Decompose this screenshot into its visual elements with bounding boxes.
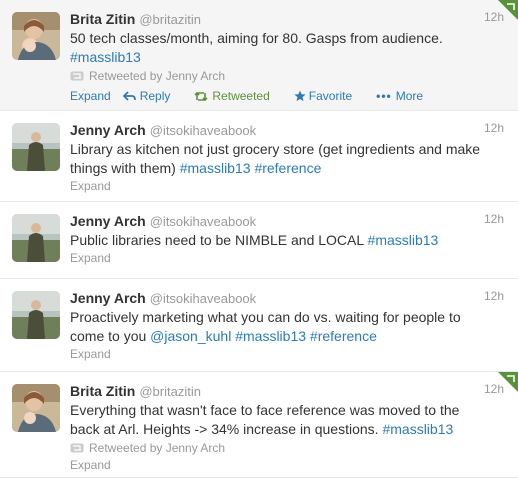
more-button[interactable]: ••• More — [376, 85, 435, 107]
hashtag-link[interactable]: #masslib13 — [180, 160, 251, 176]
hashtag-link[interactable]: #reference — [254, 160, 321, 176]
favorite-button[interactable]: Favorite — [294, 85, 364, 107]
tweet-timestamp[interactable]: 12h — [484, 212, 504, 226]
hashtag-link[interactable]: #masslib13 — [235, 328, 306, 344]
star-icon — [294, 90, 306, 102]
tweet-item[interactable]: Brita Zitin @britazitin 12h 50 tech class… — [0, 0, 518, 111]
hashtag-link[interactable]: #masslib13 — [382, 421, 453, 437]
tweet-timestamp[interactable]: 12h — [484, 289, 504, 303]
author-name[interactable]: Jenny Arch — [70, 290, 146, 306]
retweet-small-icon — [70, 443, 84, 453]
tweet-item[interactable]: Jenny Arch @itsokihaveabook 12h Public li… — [0, 202, 518, 279]
tweet-timeline: Brita Zitin @britazitin 12h 50 tech class… — [0, 0, 518, 478]
avatar[interactable] — [12, 214, 60, 262]
expand-link[interactable]: Expand — [70, 346, 508, 363]
mention-link[interactable]: @jason_kuhl — [150, 328, 231, 344]
author-name[interactable]: Brita Zitin — [70, 11, 135, 27]
retweeted-by[interactable]: Retweeted by Jenny Arch — [70, 67, 508, 85]
hashtag-link[interactable]: #masslib13 — [70, 49, 141, 65]
author-handle[interactable]: @itsokihaveabook — [150, 214, 256, 229]
author-handle[interactable]: @britazitin — [139, 12, 201, 27]
avatar[interactable] — [12, 12, 60, 60]
retweet-small-icon — [70, 71, 84, 81]
tweet-item[interactable]: Brita Zitin @britazitin 12h Everything th… — [0, 372, 518, 478]
retweet-icon — [194, 91, 208, 101]
reply-arrow-icon — [122, 90, 136, 101]
author-handle[interactable]: @itsokihaveabook — [150, 123, 256, 138]
tweet-text: Everything that wasn't face to face refe… — [70, 402, 460, 437]
author-handle[interactable]: @itsokihaveabook — [150, 291, 256, 306]
author-name[interactable]: Brita Zitin — [70, 383, 135, 399]
author-handle[interactable]: @britazitin — [139, 384, 201, 399]
tweet-text: Library as kitchen not just grocery stor… — [70, 141, 481, 176]
tweet-timestamp[interactable]: 12h — [484, 121, 504, 135]
expand-link[interactable]: Expand — [70, 457, 508, 474]
expand-link[interactable]: Expand — [70, 85, 111, 107]
author-name[interactable]: Jenny Arch — [70, 122, 146, 138]
tweet-text: Proactively marketing what you can do vs… — [70, 309, 461, 344]
avatar[interactable] — [12, 291, 60, 339]
avatar[interactable] — [12, 123, 60, 171]
retweeted-by[interactable]: Retweeted by Jenny Arch — [70, 439, 508, 457]
tweet-actions: Expand Reply Retweeted Favorite ••• More — [70, 85, 508, 107]
ellipsis-icon: ••• — [376, 89, 392, 103]
hashtag-link[interactable]: #masslib13 — [368, 232, 439, 248]
expand-link[interactable]: Expand — [70, 250, 508, 267]
tweet-text: Public libraries need to be NIMBLE and L… — [70, 232, 439, 248]
retweeted-button[interactable]: Retweeted — [194, 85, 281, 107]
expand-link[interactable]: Expand — [70, 178, 508, 195]
tweet-item[interactable]: Jenny Arch @itsokihaveabook 12h Proactive… — [0, 279, 518, 372]
tweet-timestamp[interactable]: 12h — [484, 10, 504, 24]
tweet-item[interactable]: Jenny Arch @itsokihaveabook 12h Library a… — [0, 111, 518, 202]
reply-button[interactable]: Reply — [122, 85, 183, 107]
tweet-text: 50 tech classes/month, aiming for 80. Ga… — [70, 30, 443, 65]
author-name[interactable]: Jenny Arch — [70, 213, 146, 229]
tweet-timestamp[interactable]: 12h — [484, 382, 504, 396]
hashtag-link[interactable]: #reference — [310, 328, 377, 344]
avatar[interactable] — [12, 384, 60, 432]
